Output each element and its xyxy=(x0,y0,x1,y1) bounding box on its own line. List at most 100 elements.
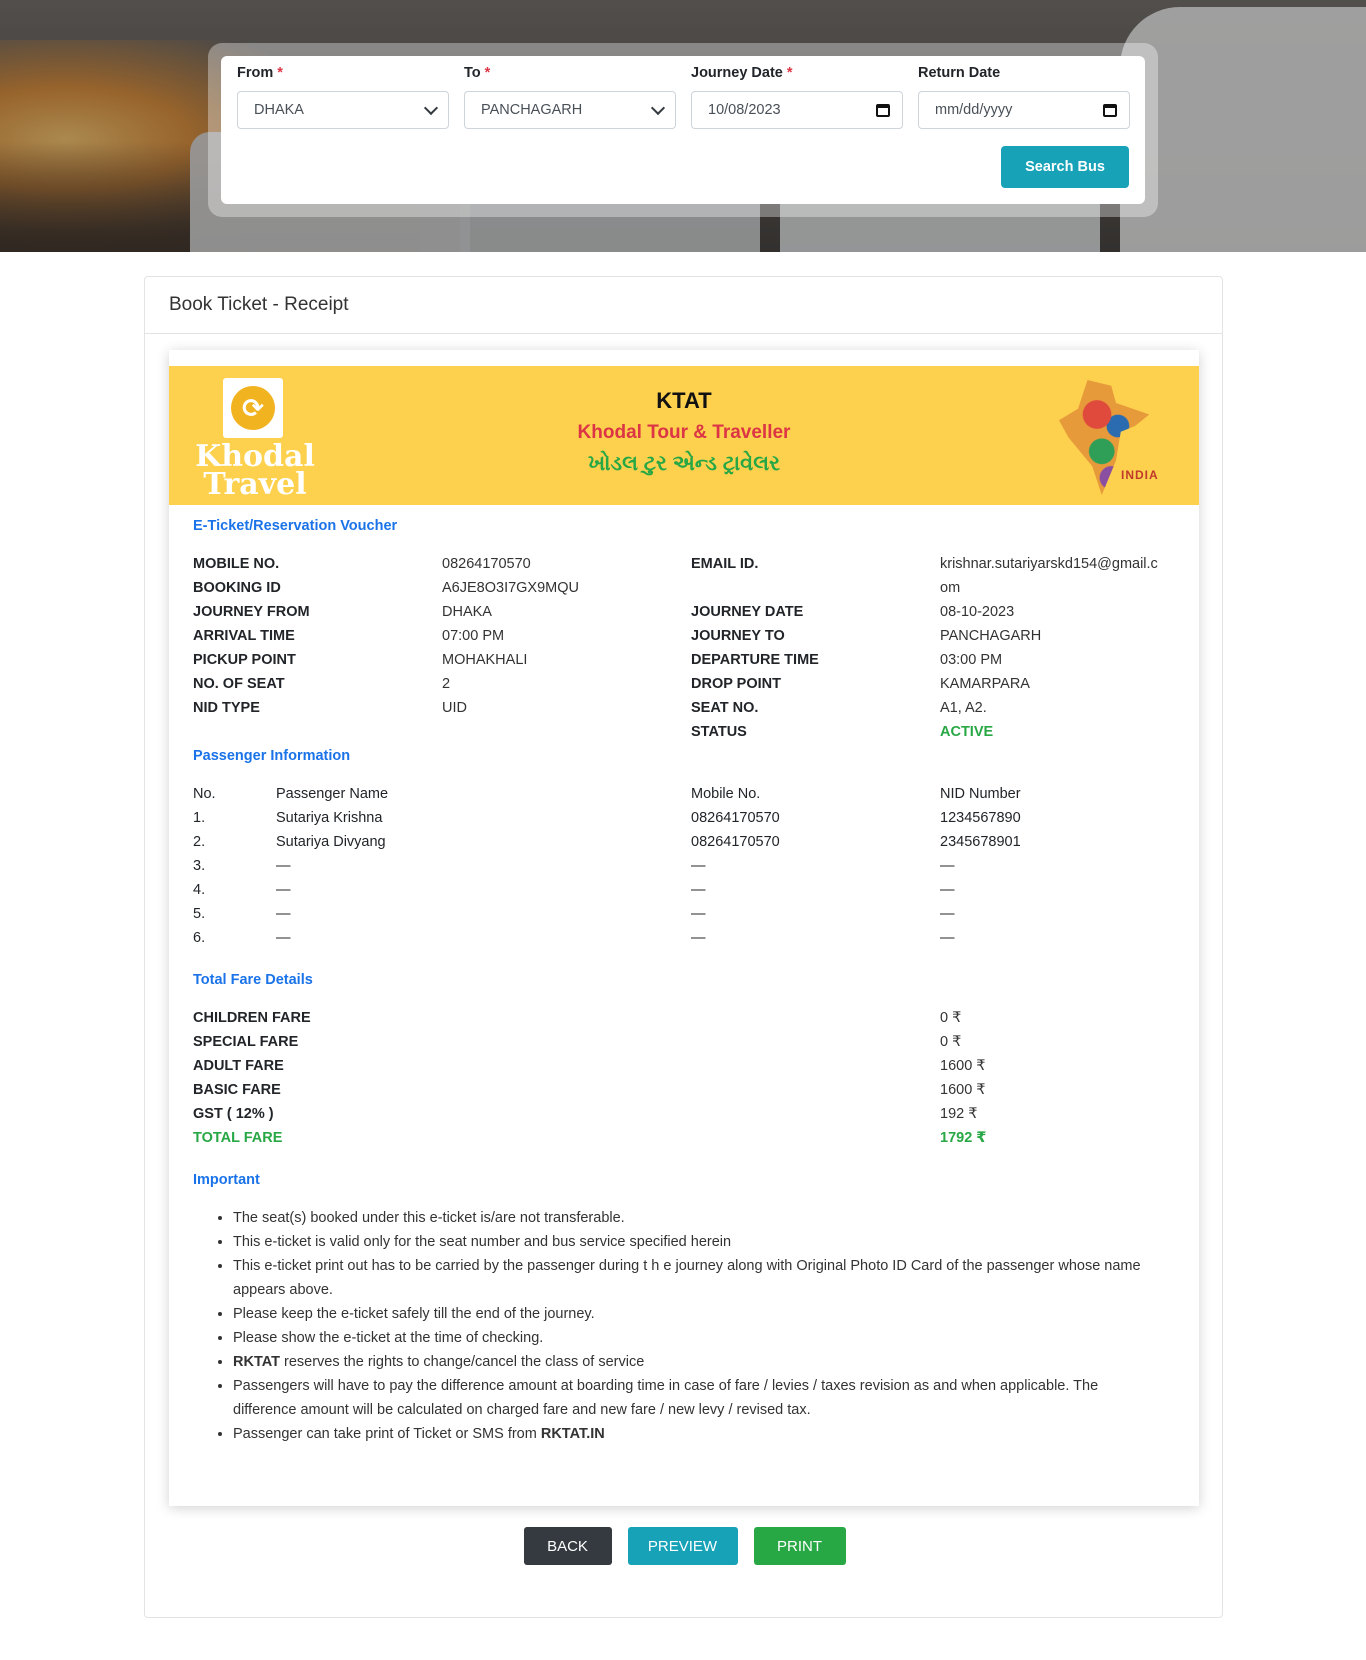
company-gujarati-name: ખોડલ ટુર એન્ડ ટ્રાવેલર xyxy=(588,452,780,475)
label-gst: GST ( 12% ) xyxy=(193,1106,274,1122)
table-row: 08264170570 xyxy=(691,810,780,826)
return-date-field: Return Date mm/dd/yyyy xyxy=(918,65,1130,129)
list-item: This e-ticket print out has to be carrie… xyxy=(233,1254,1165,1302)
list-item: Passenger can take print of Ticket or SM… xyxy=(233,1422,1165,1446)
print-button[interactable]: PRINT xyxy=(753,1527,846,1565)
required-mark: * xyxy=(786,65,793,81)
table-row: 5. xyxy=(193,906,206,922)
value-journey-from: DHAKA xyxy=(442,604,492,620)
table-row: — xyxy=(691,930,706,946)
table-row: — xyxy=(276,882,291,898)
list-item: Please keep the e-ticket safely till the… xyxy=(233,1302,1165,1326)
fare-keys: CHILDREN FARE SPECIAL FARE ADULT FARE BA… xyxy=(193,1006,311,1150)
search-bus-button[interactable]: Search Bus xyxy=(1001,146,1129,188)
to-select[interactable]: PANCHAGARH xyxy=(464,91,676,129)
calendar-icon[interactable] xyxy=(876,103,890,117)
label-adult-fare: ADULT FARE xyxy=(193,1058,284,1074)
voucher-right-values: krishnar.sutariyarskd154@gmail.c om 08-1… xyxy=(940,552,1158,744)
value-basic-fare: 1600 ₹ xyxy=(940,1082,986,1098)
to-label: To xyxy=(464,65,481,81)
journey-date-field: Journey Date * 10/08/2023 xyxy=(691,65,903,129)
passenger-header-no: No. xyxy=(193,786,216,802)
value-children-fare: 0 ₹ xyxy=(940,1010,962,1026)
value-seat-no: A1, A2. xyxy=(940,700,987,716)
table-row: — xyxy=(276,930,291,946)
table-row: 08264170570 xyxy=(691,834,780,850)
preview-button[interactable]: PREVIEW xyxy=(627,1527,738,1565)
return-date-placeholder: mm/dd/yyyy xyxy=(935,102,1013,118)
label-drop-point: DROP POINT xyxy=(691,676,781,692)
value-adult-fare: 1600 ₹ xyxy=(940,1058,986,1074)
passenger-header-name: Passenger Name xyxy=(276,786,389,802)
receipt-card: Book Ticket - Receipt ⟳ Khodal Travel KT… xyxy=(144,276,1223,1618)
search-panel: From * DHAKA To * PANCHAGARH Journey Date *… xyxy=(208,43,1158,217)
rktat-site-bold: RKTAT.IN xyxy=(540,1426,605,1442)
journey-date-value: 10/08/2023 xyxy=(708,102,781,118)
list-item: The seat(s) booked under this e-ticket i… xyxy=(233,1206,1165,1230)
india-label: INDIA xyxy=(1121,468,1159,482)
table-row: 3. xyxy=(193,858,206,874)
from-select[interactable]: DHAKA xyxy=(237,91,449,129)
value-pickup-point: MOHAKHALI xyxy=(442,652,528,668)
e-ticket: ⟳ Khodal Travel KTAT Khodal Tour & Trave… xyxy=(169,350,1199,1506)
passenger-col-name: Passenger Name Sutariya Krishna Sutariya… xyxy=(276,782,388,950)
hero-banner: From * DHAKA To * PANCHAGARH Journey Date *… xyxy=(0,0,1366,252)
table-row: Sutariya Krishna xyxy=(276,810,383,826)
voucher-left-keys: MOBILE NO. BOOKING ID JOURNEY FROM ARRIV… xyxy=(193,552,310,720)
label-seat-no: SEAT NO. xyxy=(691,700,759,716)
from-label: From xyxy=(237,65,274,81)
passenger-header-mobile: Mobile No. xyxy=(691,786,761,802)
chevron-down-icon xyxy=(423,100,439,115)
return-date-label: Return Date xyxy=(918,65,1001,81)
label-booking-id: BOOKING ID xyxy=(193,580,281,596)
fare-details-title: Total Fare Details xyxy=(193,972,313,988)
from-field: From * DHAKA xyxy=(237,65,449,129)
label-no-of-seat: NO. OF SEAT xyxy=(193,676,285,692)
list-item: Passengers will have to pay the differen… xyxy=(233,1374,1165,1422)
value-departure-time: 03:00 PM xyxy=(940,652,1003,668)
required-mark: * xyxy=(277,65,283,81)
label-special-fare: SPECIAL FARE xyxy=(193,1034,299,1050)
list-item: Please show the e-ticket at the time of … xyxy=(233,1326,1165,1350)
calendar-icon[interactable] xyxy=(1103,103,1117,117)
important-title: Important xyxy=(193,1172,260,1188)
label-journey-date: JOURNEY DATE xyxy=(691,604,804,620)
from-select-value: DHAKA xyxy=(254,102,304,118)
back-button[interactable]: BACK xyxy=(523,1527,612,1565)
value-arrival-time: 07:00 PM xyxy=(442,628,505,644)
voucher-title: E-Ticket/Reservation Voucher xyxy=(193,518,398,534)
journey-date-label: Journey Date xyxy=(691,65,783,81)
table-row: — xyxy=(691,882,706,898)
value-total-fare: 1792 ₹ xyxy=(940,1130,987,1146)
table-row: 2. xyxy=(193,834,206,850)
table-row: 2345678901 xyxy=(940,834,1021,850)
label-email: EMAIL ID. xyxy=(691,556,759,572)
passenger-col-nid: NID Number 1234567890 2345678901 — — — — xyxy=(940,782,1021,950)
table-row: 1. xyxy=(193,810,206,826)
table-row: — xyxy=(940,906,955,922)
voucher-left-values: 08264170570 A6JE8O3I7GX9MQU DHAKA 07:00 … xyxy=(442,552,579,720)
label-nid-type: NID TYPE xyxy=(193,700,260,716)
label-journey-to: JOURNEY TO xyxy=(691,628,785,644)
list-item: This e-ticket is valid only for the seat… xyxy=(233,1230,1165,1254)
value-drop-point: KAMARPARA xyxy=(940,676,1030,692)
table-row: — xyxy=(276,858,291,874)
table-row: — xyxy=(940,882,955,898)
value-email: krishnar.sutariyarskd154@gmail.c xyxy=(940,556,1158,572)
value-nid-type: UID xyxy=(442,700,467,716)
list-item: RKTAT reserves the rights to change/canc… xyxy=(233,1350,1165,1374)
passenger-header-nid: NID Number xyxy=(940,786,1021,802)
label-pickup-point: PICKUP POINT xyxy=(193,652,296,668)
passenger-info-title: Passenger Information xyxy=(193,748,351,764)
important-list: The seat(s) booked under this e-ticket i… xyxy=(215,1206,1165,1446)
label-mobile: MOBILE NO. xyxy=(193,556,280,572)
value-no-of-seat: 2 xyxy=(442,676,451,692)
value-email-cont: om xyxy=(940,580,961,596)
journey-date-input[interactable]: 10/08/2023 xyxy=(691,91,903,129)
table-row: — xyxy=(276,906,291,922)
to-field: To * PANCHAGARH xyxy=(464,65,676,129)
label-departure-time: DEPARTURE TIME xyxy=(691,652,819,668)
return-date-input[interactable]: mm/dd/yyyy xyxy=(918,91,1130,129)
value-gst: 192 ₹ xyxy=(940,1106,978,1122)
table-row: — xyxy=(691,858,706,874)
